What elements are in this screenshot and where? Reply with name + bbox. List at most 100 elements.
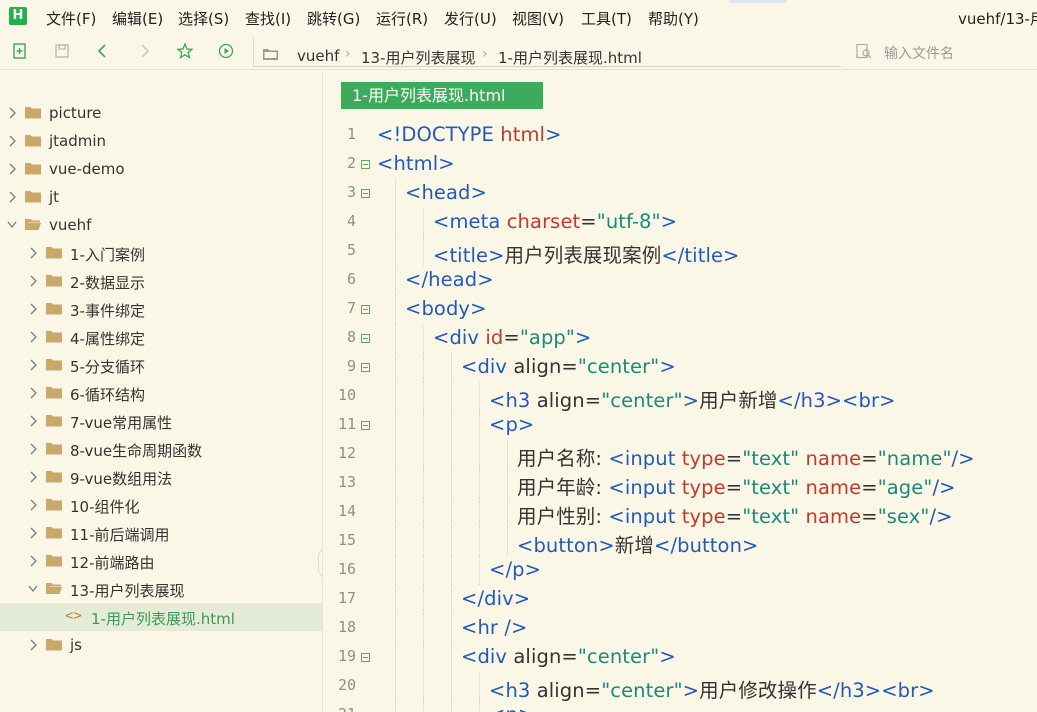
chevron-right-icon[interactable] xyxy=(7,107,17,119)
menu-item-2[interactable]: 选择(S) xyxy=(178,8,229,29)
code-line[interactable]: 13 用户年龄: <input type="text" name="age"/> xyxy=(323,469,1037,499)
code-line[interactable]: 4 <meta charset="utf-8"> xyxy=(323,208,1037,237)
chevron-right-icon[interactable] xyxy=(7,191,17,203)
tree-folder-item[interactable]: vuehf xyxy=(0,211,322,239)
editor-tab-active[interactable]: 1-用户列表展现.html xyxy=(341,82,543,109)
chevron-down-icon[interactable] xyxy=(28,583,38,595)
new-file-icon[interactable] xyxy=(11,42,29,60)
code-line[interactable]: 14 用户性别: <input type="text" name="sex"/> xyxy=(323,498,1037,529)
chevron-right-icon[interactable] xyxy=(28,387,38,399)
code-line[interactable]: 3 <head> xyxy=(323,179,1037,208)
code-line[interactable]: 8 <div id="app"> xyxy=(323,324,1037,353)
code-line[interactable]: 20 <h3 align="center">用户修改操作</h3><br> xyxy=(323,672,1037,702)
indent-guide xyxy=(479,527,480,556)
menu-item-4[interactable]: 跳转(G) xyxy=(307,8,360,29)
code-line[interactable]: 7 <body> xyxy=(323,295,1037,324)
code-token: "sex" xyxy=(877,505,930,528)
tree-folder-item[interactable]: 11-前后端调用 xyxy=(0,519,322,547)
forward-arrow-icon[interactable] xyxy=(135,42,153,60)
tree-folder-item[interactable]: 6-循环结构 xyxy=(0,379,322,407)
tree-folder-item[interactable]: 2-数据显示 xyxy=(0,267,322,295)
tree-folder-item[interactable]: jt xyxy=(0,183,322,211)
code-line[interactable]: 19 <div align="center"> xyxy=(323,643,1037,672)
code-token: /> xyxy=(951,447,975,470)
code-token: = xyxy=(561,355,578,378)
code-token: name xyxy=(805,447,862,470)
code-line[interactable]: 2 <html> xyxy=(323,150,1037,179)
menu-item-6[interactable]: 发行(U) xyxy=(444,8,497,29)
breadcrumb-item-1[interactable]: 13-用户列表展现 xyxy=(361,47,476,68)
tree-folder-item[interactable]: picture xyxy=(0,99,322,127)
tree-folder-item[interactable]: 9-vue数组用法 xyxy=(0,463,322,491)
tree-folder-item[interactable]: 5-分支循环 xyxy=(0,351,322,379)
chevron-right-icon[interactable] xyxy=(28,499,38,511)
tree-folder-item[interactable]: 10-组件化 xyxy=(0,491,322,519)
code-token: = xyxy=(503,326,520,349)
tree-file-item[interactable]: <> 1-用户列表展现.html xyxy=(0,603,322,631)
tree-folder-item[interactable]: 3-事件绑定 xyxy=(0,295,322,323)
fold-toggle-icon[interactable] xyxy=(361,160,370,169)
code-line[interactable]: 5 <title>用户列表展现案例</title> xyxy=(323,237,1037,267)
chevron-right-icon[interactable] xyxy=(28,415,38,427)
menu-item-0[interactable]: 文件(F) xyxy=(46,8,96,29)
menu-item-1[interactable]: 编辑(E) xyxy=(112,8,163,29)
tree-folder-item[interactable]: 4-属性绑定 xyxy=(0,323,322,351)
breadcrumb-item-2[interactable]: 1-用户列表展现.html xyxy=(498,47,642,68)
code-line[interactable]: 16 </p> xyxy=(323,556,1037,585)
fold-toggle-icon[interactable] xyxy=(361,305,370,314)
code-line[interactable]: 10 <h3 align="center">用户新增</h3><br> xyxy=(323,382,1037,412)
chevron-right-icon[interactable] xyxy=(28,527,38,539)
chevron-right-icon[interactable] xyxy=(28,639,38,651)
save-icon[interactable] xyxy=(53,42,71,60)
tree-folder-item[interactable]: js xyxy=(0,631,322,659)
chevron-right-icon[interactable] xyxy=(28,359,38,371)
fold-toggle-icon[interactable] xyxy=(361,653,370,662)
code-editor[interactable]: 1-用户列表展现.html 1 <!DOCTYPE html> 2 <html> 3 <h… xyxy=(322,71,1037,712)
code-line[interactable]: 9 <div align="center"> xyxy=(323,353,1037,382)
file-search-input[interactable] xyxy=(884,44,1034,64)
tree-folder-item[interactable]: 8-vue生命周期函数 xyxy=(0,435,322,463)
code-line[interactable]: 15 <button>新增</button> xyxy=(323,527,1037,557)
chevron-right-icon[interactable] xyxy=(28,471,38,483)
chevron-right-icon[interactable] xyxy=(7,163,17,175)
code-line[interactable]: 11 <p> xyxy=(323,411,1037,440)
tree-folder-item[interactable]: 12-前端路由 xyxy=(0,547,322,575)
tree-folder-item[interactable]: 1-入门案例 xyxy=(0,239,322,267)
menu-item-3[interactable]: 查找(I) xyxy=(245,8,291,29)
app-logo[interactable]: H xyxy=(9,7,27,25)
chevron-right-icon[interactable] xyxy=(28,331,38,343)
menu-item-7[interactable]: 视图(V) xyxy=(512,8,564,29)
run-icon[interactable] xyxy=(217,42,235,60)
chevron-right-icon[interactable] xyxy=(28,443,38,455)
tree-folder-item[interactable]: vue-demo xyxy=(0,155,322,183)
code-line[interactable]: 18 <hr /> xyxy=(323,614,1037,643)
tree-folder-item[interactable]: 7-vue常用属性 xyxy=(0,407,322,435)
chevron-down-icon[interactable] xyxy=(7,219,17,231)
fold-toggle-icon[interactable] xyxy=(361,334,370,343)
code-line[interactable]: 17 </div> xyxy=(323,585,1037,614)
code-line[interactable]: 21 <p> xyxy=(323,701,1037,712)
indent-guide xyxy=(395,585,396,614)
fold-toggle-icon[interactable] xyxy=(361,189,370,198)
indent-guide xyxy=(479,701,480,712)
menu-item-8[interactable]: 工具(T) xyxy=(581,8,632,29)
chevron-right-icon[interactable] xyxy=(7,135,17,147)
breadcrumb-item-0[interactable]: vuehf xyxy=(297,47,339,65)
tree-folder-item[interactable]: jtadmin xyxy=(0,127,322,155)
chevron-right-icon[interactable] xyxy=(28,303,38,315)
tree-folder-item[interactable]: 13-用户列表展现 xyxy=(0,575,322,603)
fold-toggle-icon[interactable] xyxy=(361,421,370,430)
chevron-right-icon[interactable] xyxy=(28,555,38,567)
code-line[interactable]: 12 用户名称: <input type="text" name="name"/> xyxy=(323,440,1037,470)
code-line[interactable]: 6 </head> xyxy=(323,266,1037,295)
menu-item-5[interactable]: 运行(R) xyxy=(376,8,428,29)
fold-toggle-icon[interactable] xyxy=(361,363,370,372)
star-icon[interactable] xyxy=(176,42,194,60)
code-text: 用户性别: <input type="text" name="sex"/> xyxy=(517,500,953,529)
code-line[interactable]: 1 <!DOCTYPE html> xyxy=(323,121,1037,150)
chevron-right-icon[interactable] xyxy=(28,275,38,287)
menu-item-9[interactable]: 帮助(Y) xyxy=(648,8,699,29)
chevron-right-icon[interactable] xyxy=(28,247,38,259)
code-token: = xyxy=(861,505,878,528)
back-arrow-icon[interactable] xyxy=(94,42,112,60)
